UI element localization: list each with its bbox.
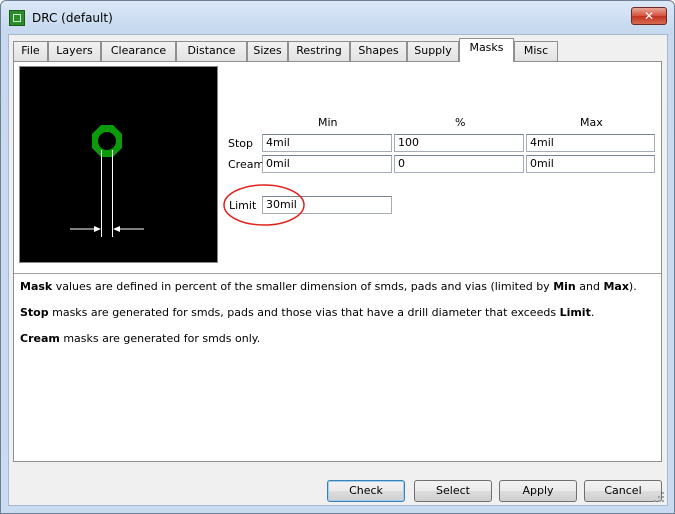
apply-button[interactable]: Apply bbox=[499, 480, 577, 502]
window-title: DRC (default) bbox=[32, 11, 113, 25]
check-button[interactable]: Check bbox=[327, 480, 405, 502]
section-divider bbox=[14, 273, 661, 274]
select-button[interactable]: Select bbox=[414, 480, 492, 502]
tab-misc[interactable]: Misc bbox=[514, 41, 558, 61]
header-max: Max bbox=[580, 116, 603, 129]
tab-layers[interactable]: Layers bbox=[48, 41, 101, 61]
cream-label: Cream bbox=[228, 158, 265, 171]
cream-description: Cream masks are generated for smds only. bbox=[20, 332, 261, 345]
stop-min-field[interactable]: 4mil bbox=[262, 134, 392, 152]
tab-clearance[interactable]: Clearance bbox=[101, 41, 176, 61]
masks-panel: Min % Max Stop 4mil 100 4mil Cream 0mil … bbox=[13, 61, 662, 462]
tab-sizes[interactable]: Sizes bbox=[247, 41, 288, 61]
arrow-head-right-icon bbox=[113, 226, 120, 232]
close-button[interactable]: ✕ bbox=[631, 7, 667, 25]
limit-highlight-ellipse bbox=[223, 184, 305, 226]
stop-description: Stop masks are generated for smds, pads … bbox=[20, 306, 595, 319]
mask-description: Mask values are defined in percent of th… bbox=[20, 280, 637, 293]
tab-distance[interactable]: Distance bbox=[176, 41, 247, 61]
mask-preview-image bbox=[19, 66, 218, 263]
stop-percent-field[interactable]: 100 bbox=[394, 134, 524, 152]
header-percent: % bbox=[455, 116, 466, 129]
tab-supply[interactable]: Supply bbox=[407, 41, 459, 61]
header-min: Min bbox=[318, 116, 338, 129]
cream-percent-field[interactable]: 0 bbox=[394, 155, 524, 173]
tab-masks[interactable]: Masks bbox=[459, 38, 514, 62]
tab-shapes[interactable]: Shapes bbox=[350, 41, 407, 61]
resize-grip-icon[interactable] bbox=[653, 491, 665, 503]
drc-dialog: DRC (default) ✕ File Layers Clearance Di… bbox=[0, 0, 675, 514]
title-bar[interactable]: DRC (default) ✕ bbox=[1, 1, 674, 35]
cream-min-field[interactable]: 0mil bbox=[262, 155, 392, 173]
stop-label: Stop bbox=[228, 137, 254, 150]
dialog-client-area: File Layers Clearance Distance Sizes Res… bbox=[8, 34, 668, 506]
cream-max-field[interactable]: 0mil bbox=[526, 155, 655, 173]
eagle-app-icon bbox=[9, 10, 25, 26]
pad-mask-diagram bbox=[70, 125, 144, 237]
tab-file[interactable]: File bbox=[13, 41, 48, 61]
arrow-head-left-icon bbox=[94, 226, 101, 232]
drill-hole-shape bbox=[98, 132, 116, 150]
stop-max-field[interactable]: 4mil bbox=[526, 134, 655, 152]
tab-restring[interactable]: Restring bbox=[288, 41, 350, 61]
cancel-button[interactable]: Cancel bbox=[584, 480, 662, 502]
